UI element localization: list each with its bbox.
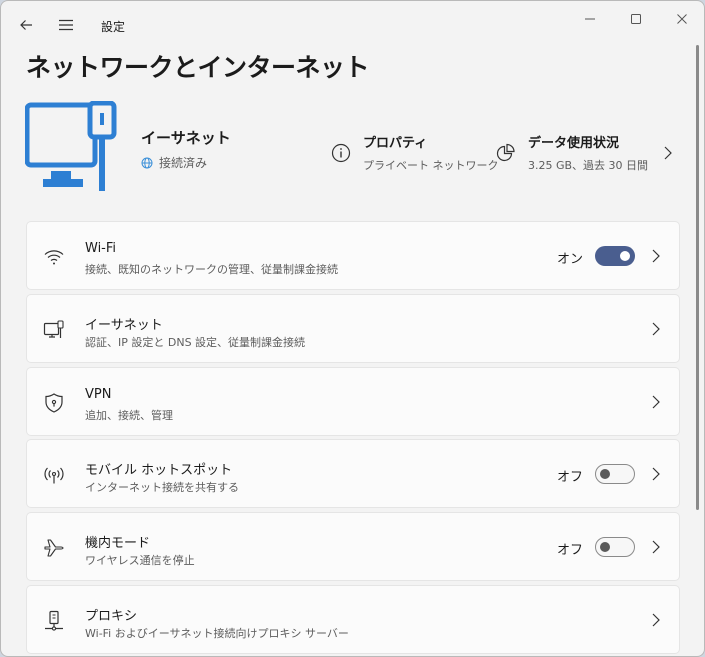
toggle-knob	[600, 542, 610, 552]
globe-icon	[141, 157, 153, 168]
maximize-button[interactable]	[613, 5, 659, 33]
mobile-hotspot-toggle[interactable]	[595, 464, 635, 484]
hamburger-icon	[59, 19, 73, 31]
data-usage-title: データ使用状況	[528, 136, 620, 151]
item-description: 接続、既知のネットワークの管理、従量制課金接続	[85, 263, 338, 276]
minimize-icon	[585, 18, 595, 20]
maximize-icon	[631, 14, 641, 24]
back-arrow-icon	[20, 20, 32, 30]
item-title: Wi-Fi	[85, 241, 117, 256]
properties-link[interactable]: プロパティ プライベート ネットワーク	[331, 132, 499, 173]
close-button[interactable]	[659, 5, 704, 33]
proxy-item[interactable]: プロキシ Wi-Fi およびイーサネット接続向けプロキシ サーバー	[26, 585, 680, 654]
hotspot-icon	[44, 467, 64, 484]
toggle-knob	[600, 469, 610, 479]
page-title: ネットワークとインターネット	[26, 53, 370, 82]
toggle-state-label: オフ	[556, 470, 583, 485]
back-button[interactable]	[10, 9, 42, 41]
item-title: モバイル ホットスポット	[85, 463, 233, 478]
mobile-hotspot-item[interactable]: モバイル ホットスポット インターネット接続を共有する オフ	[26, 439, 680, 508]
close-icon	[677, 14, 687, 24]
scrollbar[interactable]	[696, 45, 699, 510]
chevron-right-icon	[652, 249, 660, 263]
pie-chart-icon	[496, 143, 515, 161]
title-bar: 設定	[1, 1, 704, 49]
airplane-mode-item[interactable]: 機内モード ワイヤレス通信を停止 オフ	[26, 512, 680, 581]
item-title: プロキシ	[85, 609, 138, 624]
item-description: Wi-Fi およびイーサネット接続向けプロキシ サーバー	[85, 627, 349, 640]
data-usage-link[interactable]: データ使用状況 3.25 GB、過去 30 日間	[496, 132, 672, 173]
item-description: インターネット接続を共有する	[85, 481, 239, 494]
item-description: 認証、IP 設定と DNS 設定、従量制課金接続	[85, 336, 306, 349]
ethernet-item[interactable]: イーサネット 認証、IP 設定と DNS 設定、従量制課金接続	[26, 294, 680, 363]
properties-title: プロパティ	[363, 136, 428, 151]
wifi-toggle[interactable]	[595, 246, 635, 266]
minimize-button[interactable]	[567, 5, 613, 33]
settings-window: 設定 ネットワークとインターネット イーサネット 接続済み プロパティ プライベ…	[0, 0, 705, 657]
toggle-state-label: オフ	[556, 543, 583, 558]
chevron-right-icon	[652, 395, 660, 409]
toggle-knob	[620, 251, 630, 261]
chevron-right-icon	[664, 146, 672, 159]
info-icon	[331, 143, 351, 162]
airplane-mode-toggle[interactable]	[595, 537, 635, 557]
ethernet-computer-icon	[25, 101, 117, 191]
airplane-icon	[44, 539, 64, 557]
item-title: イーサネット	[85, 318, 163, 333]
item-title: VPN	[85, 387, 112, 402]
connection-name: イーサネット	[141, 129, 231, 147]
vpn-shield-icon	[45, 393, 63, 413]
status-text: 接続済み	[159, 156, 208, 170]
app-title: 設定	[101, 20, 126, 34]
item-description: ワイヤレス通信を停止	[85, 554, 195, 567]
item-description: 追加、接続、管理	[85, 409, 173, 422]
proxy-icon	[45, 610, 63, 631]
wifi-icon	[44, 250, 64, 265]
data-usage-subtitle: 3.25 GB、過去 30 日間	[528, 159, 649, 172]
menu-button[interactable]	[50, 9, 82, 41]
vpn-item[interactable]: VPN 追加、接続、管理	[26, 367, 680, 436]
toggle-state-label: オン	[556, 252, 583, 267]
chevron-right-icon	[652, 540, 660, 554]
ethernet-icon	[43, 320, 64, 338]
item-title: 機内モード	[85, 536, 151, 551]
connection-status: 接続済み	[141, 154, 207, 171]
wifi-item[interactable]: Wi-Fi 接続、既知のネットワークの管理、従量制課金接続 オン	[26, 221, 680, 290]
chevron-right-icon	[652, 467, 660, 481]
chevron-right-icon	[652, 613, 660, 627]
properties-subtitle: プライベート ネットワーク	[363, 159, 499, 172]
chevron-right-icon	[652, 322, 660, 336]
